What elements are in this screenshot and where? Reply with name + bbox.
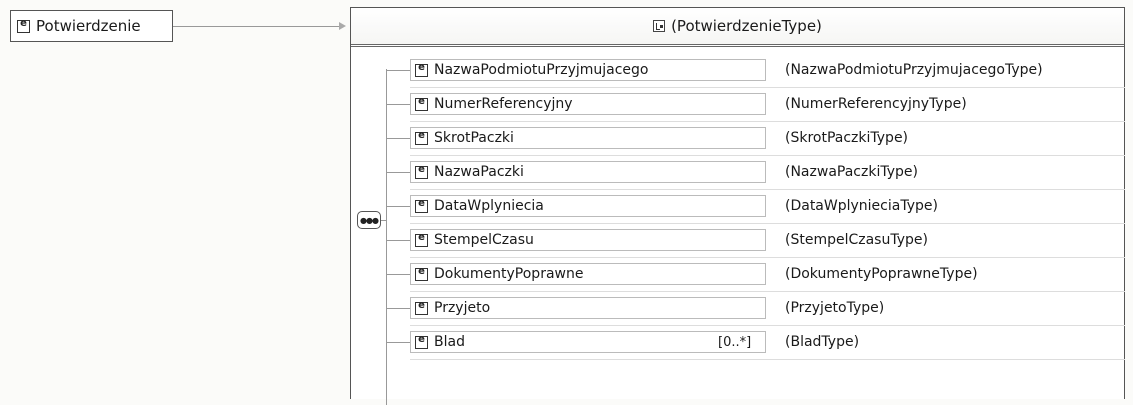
child-element-row[interactable]: StempelCzasu (StempelCzasuType): [386, 225, 1125, 255]
root-element-label: Potwierdzenie: [36, 17, 141, 35]
tree-branch-line: [386, 273, 410, 275]
occurrence-label: [0..*]: [718, 334, 752, 350]
element-icon: [17, 18, 30, 33]
row-divider: [410, 359, 1125, 360]
tree-branch-line: [386, 137, 410, 139]
complex-type-icon: [653, 20, 666, 32]
row-divider: [410, 325, 1125, 326]
complex-type-header[interactable]: (PotwierdzenieType): [351, 8, 1124, 47]
child-element-row[interactable]: NazwaPodmiotuPrzyjmujacego (NazwaPodmiotu…: [386, 55, 1125, 85]
child-element-name: NazwaPodmiotuPrzyjmujacego: [434, 62, 649, 78]
child-element-name: DokumentyPoprawne: [434, 266, 584, 282]
row-divider: [410, 291, 1125, 292]
child-element-name: NazwaPaczki: [434, 164, 524, 180]
row-divider: [410, 189, 1125, 190]
tree-branch-line: [386, 341, 410, 343]
tree-branch-line: [386, 171, 410, 173]
child-element-type: (NazwaPaczkiType): [785, 164, 918, 180]
child-element-name: Blad: [434, 334, 465, 350]
child-element-type: (PrzyjetoType): [785, 300, 885, 316]
element-icon: [415, 96, 428, 111]
child-element-type: (NumerReferencyjnyType): [785, 96, 967, 112]
child-element-box[interactable]: Przyjeto: [410, 297, 766, 319]
tree-branch-line: [386, 205, 410, 207]
row-divider: [410, 87, 1125, 88]
element-icon: [415, 266, 428, 281]
child-element-row[interactable]: SkrotPaczki (SkrotPaczkiType): [386, 123, 1125, 153]
child-element-row[interactable]: DataWplyniecia (DataWplynieciaType): [386, 191, 1125, 221]
row-divider: [410, 155, 1125, 156]
child-element-box[interactable]: NazwaPodmiotuPrzyjmujacego: [410, 59, 766, 81]
child-element-box[interactable]: DataWplyniecia: [410, 195, 766, 217]
child-element-type: (NazwaPodmiotuPrzyjmujacegoType): [785, 62, 1043, 78]
element-icon: [415, 300, 428, 315]
complex-type-label: (PotwierdzenieType): [671, 17, 822, 35]
child-element-name: SkrotPaczki: [434, 130, 514, 146]
element-icon: [415, 62, 428, 77]
child-element-box[interactable]: SkrotPaczki: [410, 127, 766, 149]
child-element-name: DataWplyniecia: [434, 198, 544, 214]
row-divider: [410, 121, 1125, 122]
child-element-name: NumerReferencyjny: [434, 96, 573, 112]
row-divider: [410, 223, 1125, 224]
element-icon: [415, 334, 428, 349]
child-element-box[interactable]: NazwaPaczki: [410, 161, 766, 183]
row-divider: [410, 257, 1125, 258]
child-element-box[interactable]: Blad: [410, 331, 766, 353]
child-element-row[interactable]: DokumentyPoprawne (DokumentyPoprawneType): [386, 259, 1125, 289]
child-element-box[interactable]: NumerReferencyjny: [410, 93, 766, 115]
element-icon: [415, 164, 428, 179]
child-element-name: Przyjeto: [434, 300, 491, 316]
child-element-type: (DokumentyPoprawneType): [785, 266, 978, 282]
element-icon: [415, 130, 428, 145]
tree-branch-line: [386, 69, 410, 71]
tree-branch-line: [386, 307, 410, 309]
root-element-box[interactable]: Potwierdzenie: [10, 10, 173, 42]
child-element-box[interactable]: DokumentyPoprawne: [410, 263, 766, 285]
child-element-type: (SkrotPaczkiType): [785, 130, 909, 146]
child-element-type: (DataWplynieciaType): [785, 198, 938, 214]
child-element-type: (BladType): [785, 334, 860, 350]
child-element-row[interactable]: NumerReferencyjny (NumerReferencyjnyType): [386, 89, 1125, 119]
sequence-icon[interactable]: ●●●: [357, 211, 381, 229]
child-element-name: StempelCzasu: [434, 232, 534, 248]
element-icon: [415, 232, 428, 247]
element-icon: [415, 198, 428, 213]
tree-branch-line: [386, 239, 410, 241]
child-element-box[interactable]: StempelCzasu: [410, 229, 766, 251]
connector-line: [173, 26, 343, 27]
child-element-type: (StempelCzasuType): [785, 232, 928, 248]
child-element-row[interactable]: Blad [0..*] (BladType): [386, 327, 1125, 357]
child-element-row[interactable]: NazwaPaczki (NazwaPaczkiType): [386, 157, 1125, 187]
connector-arrow-icon: [339, 22, 346, 30]
tree-branch-line: [386, 103, 410, 105]
child-element-row[interactable]: Przyjeto (PrzyjetoType): [386, 293, 1125, 323]
